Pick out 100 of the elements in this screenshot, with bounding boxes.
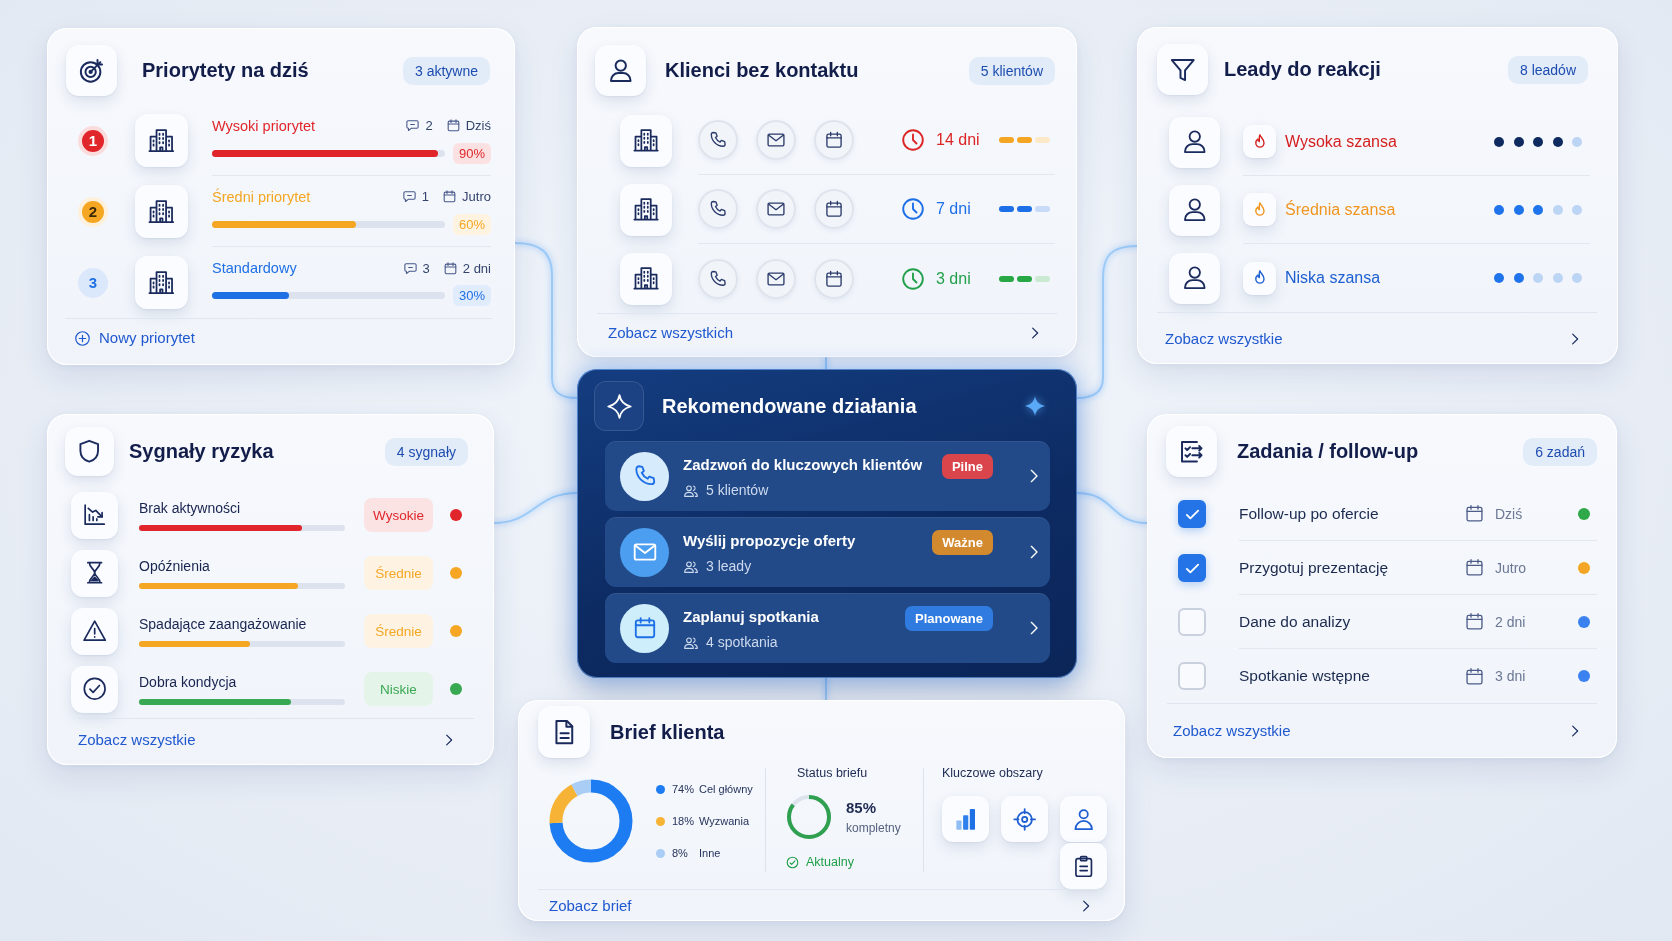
status-text: Aktualny [806, 854, 854, 870]
calendar-icon [1464, 503, 1485, 524]
rating-dot [1552, 204, 1563, 215]
phone-icon[interactable] [698, 189, 738, 229]
calendar-icon [1464, 557, 1485, 578]
priority-tag: Planowane [905, 606, 993, 631]
recommendation-row[interactable]: Zadzwoń do kluczowych klientów 5 klientów Pilne [605, 441, 1050, 511]
recommendation-row[interactable]: Zaplanuj spotkania 4 spotkania Planowane [605, 593, 1050, 663]
priority-tag: Ważne [932, 530, 993, 555]
due-date: 2 dni [462, 260, 491, 276]
lead-label: Niska szansa [1285, 269, 1381, 287]
legend-value: 18% [672, 815, 696, 827]
task-label: Follow-up po ofercie [1239, 504, 1380, 523]
calendar-icon[interactable] [814, 120, 854, 160]
rating-dot [1513, 273, 1524, 283]
checklist-icon [1166, 426, 1217, 477]
flame-icon [1243, 193, 1276, 226]
envelope-icon[interactable] [756, 258, 796, 299]
risk-label: Spadające zaangażowanie [139, 615, 308, 632]
checkbox[interactable] [1178, 554, 1206, 582]
legend-label: Wyzwania [699, 815, 750, 827]
count-badge: 5 klientów [968, 56, 1055, 85]
priority-label: Standardowy [212, 259, 297, 277]
rank-badge: 1 [78, 125, 108, 156]
rating-dot [1572, 136, 1582, 147]
person-icon [595, 45, 646, 96]
action-title: Zadzwoń do kluczowych klientów [683, 456, 924, 474]
card-title: Zadania / follow-up [1237, 440, 1419, 463]
rating-dot [1494, 273, 1504, 283]
rating-dot [1533, 204, 1543, 215]
see-all-link[interactable]: Zobacz wszystkie [1165, 329, 1283, 348]
lead-label: Średnia szansa [1285, 200, 1396, 219]
days-label: 7 dni [936, 200, 972, 218]
document-icon [538, 706, 590, 758]
due-date: Dziś [465, 118, 491, 133]
card-title: Klienci bez kontaktu [665, 59, 859, 82]
chat-icon [401, 189, 417, 204]
rating-dot [1494, 204, 1504, 215]
hourglass-icon [71, 549, 118, 597]
calendar-icon [1464, 611, 1485, 632]
people-icon [683, 558, 699, 575]
warning-icon [71, 607, 118, 655]
shield-icon [65, 427, 114, 476]
count-badge: 8 leadów [1507, 55, 1588, 84]
percent-value: 85% [846, 799, 878, 816]
building-icon [620, 183, 672, 236]
connector-line [825, 677, 827, 701]
envelope-icon [620, 527, 669, 577]
phone-icon[interactable] [698, 258, 738, 299]
card-title: Brief klienta [610, 720, 725, 744]
rating-dot [1572, 204, 1582, 215]
percent-badge: 90% [452, 142, 491, 164]
due-date: 3 dni [1495, 668, 1527, 684]
card-title: Leady do reakcji [1224, 58, 1381, 81]
action-title: Wyślij propozycje oferty [683, 532, 857, 550]
days-label: 3 dni [936, 269, 972, 288]
person-icon [1169, 252, 1220, 304]
plus-circle-icon [74, 329, 91, 347]
phone-icon[interactable] [698, 120, 738, 160]
calendar-icon [620, 603, 669, 653]
section-label: Kluczowe obszary [942, 766, 1044, 781]
severity-badge: Średnie [364, 614, 433, 648]
see-brief-link[interactable]: Zobacz brief [549, 896, 632, 915]
building-icon [135, 256, 188, 309]
rating-dot [1552, 136, 1563, 147]
sparkle-icon [594, 381, 644, 431]
connector-line [825, 357, 827, 370]
see-all-link[interactable]: Zobacz wszystkie [78, 730, 196, 749]
calendar-icon[interactable] [814, 189, 854, 229]
rank-badge: 2 [78, 196, 108, 227]
comment-count: 1 [421, 189, 430, 204]
action-count: 5 klientów [706, 482, 769, 499]
rating-dot [1494, 136, 1504, 147]
envelope-icon[interactable] [756, 189, 796, 229]
card-title: Sygnały ryzyka [129, 440, 274, 463]
task-label: Spotkanie wstępne [1239, 667, 1371, 685]
flame-icon [1243, 125, 1276, 158]
see-all-link[interactable]: Zobacz wszystkich [608, 323, 734, 342]
envelope-icon[interactable] [756, 120, 796, 160]
recommendation-row[interactable]: Wyślij propozycje oferty 3 leady Ważne [605, 517, 1050, 587]
action-count: 3 leady [706, 558, 752, 575]
checkbox[interactable] [1178, 500, 1206, 528]
section-label: Status briefu [797, 766, 869, 781]
new-priority-link[interactable]: Nowy priorytet [74, 329, 195, 347]
legend-value: 8% [672, 847, 689, 859]
calendar-icon [1464, 665, 1485, 687]
calendar-icon[interactable] [814, 258, 854, 299]
calendar-icon [442, 189, 458, 204]
legend-label: Inne [699, 847, 721, 859]
flame-icon [1243, 261, 1276, 295]
calendar-icon [445, 118, 461, 133]
people-icon [683, 482, 699, 499]
see-all-link[interactable]: Zobacz wszystkie [1173, 722, 1291, 740]
rating-dot [1513, 136, 1524, 147]
clipboard-icon [1060, 843, 1107, 889]
filter-icon [1157, 44, 1208, 95]
comment-count: 2 [425, 118, 433, 133]
rating-dot [1552, 273, 1563, 283]
person-icon [1169, 184, 1220, 236]
action-title: Zaplanuj spotkania [683, 608, 820, 626]
